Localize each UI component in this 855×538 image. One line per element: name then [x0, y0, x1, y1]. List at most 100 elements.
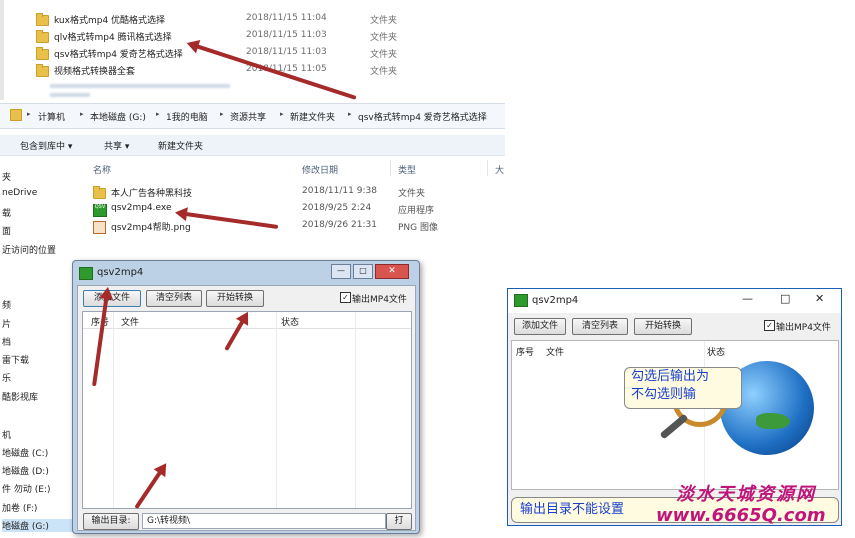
nav-item[interactable]: neDrive: [2, 188, 37, 198]
share-button[interactable]: 共享 ▾: [104, 139, 129, 152]
chevron-right-icon: ▸: [280, 110, 284, 118]
start-convert-button[interactable]: 开始转换: [634, 318, 692, 335]
nav-item[interactable]: 雷下载: [2, 353, 29, 366]
output-dir-button[interactable]: 输出目录:: [83, 513, 139, 530]
maximize-button[interactable]: □: [780, 292, 790, 305]
checkbox-label: 输出MP4文件: [776, 323, 831, 333]
chevron-right-icon: ▸: [80, 110, 84, 118]
item-name: 视频格式转换器全套: [54, 67, 136, 77]
column-header-file[interactable]: 文件: [121, 315, 139, 328]
breadcrumb-item[interactable]: 计算机: [38, 110, 65, 123]
minimize-button[interactable]: —: [331, 264, 351, 279]
file-date: 2018/11/11 9:38: [302, 186, 377, 196]
item-type: 文件夹: [370, 50, 398, 60]
item-name: kux格式mp4 优酷格式选择: [54, 16, 166, 26]
column-divider: [276, 312, 277, 508]
nav-item[interactable]: 近访问的位置: [2, 243, 56, 256]
item-type: 文件夹: [370, 67, 398, 77]
tooltip-line: 不勾选则输: [631, 387, 697, 402]
watermark-url: www.6665Q.com: [656, 505, 826, 526]
nav-item[interactable]: 地磁盘 (C:): [2, 446, 48, 459]
nav-item[interactable]: 件 勿动 (E:): [2, 482, 50, 495]
file-type: 应用程序: [398, 206, 435, 216]
list-item[interactable]: qsv格式转mp4 爱奇艺格式选择 2018/11/15 11:03 文件夹: [36, 47, 506, 63]
app-icon: [79, 267, 93, 280]
chevron-right-icon: ▸: [27, 110, 31, 118]
folder-icon: [93, 186, 106, 199]
explorer-toolbar: 包含到库中 ▾ 共享 ▾ 新建文件夹: [0, 135, 505, 156]
breadcrumb-item[interactable]: 1我的电脑: [166, 110, 208, 123]
list-item[interactable]: qlv格式转mp4 腾讯格式选择 2018/11/15 11:03 文件夹: [36, 30, 506, 46]
globe-land: [756, 413, 790, 429]
file-row[interactable]: QSV qsv2mp4.exe 2018/9/25 2:24 应用程序: [93, 203, 493, 219]
column-divider: [487, 160, 488, 176]
breadcrumb-item[interactable]: 新建文件夹: [290, 110, 335, 123]
file-date: 2018/9/25 2:24: [302, 203, 372, 213]
minimize-button[interactable]: —: [742, 292, 753, 305]
breadcrumb-item[interactable]: qsv格式转mp4 爱奇艺格式选择: [358, 110, 487, 123]
file-type: 文件夹: [398, 189, 426, 199]
output-mp4-checkbox[interactable]: ✓: [340, 292, 351, 303]
app-window-left: qsv2mp4 — □ ✕ 添加文件 清空列表 开始转换 ✓ 输出MP4文件 序…: [72, 260, 420, 534]
item-date: 2018/11/15 11:04: [246, 13, 327, 23]
item-date: 2018/11/15 11:03: [246, 47, 327, 57]
breadcrumb-item[interactable]: 本地磁盘 (G:): [90, 110, 146, 123]
add-file-button[interactable]: 添加文件: [514, 318, 566, 335]
top-folder-list: kux格式mp4 优酷格式选择 2018/11/15 11:04 文件夹 qlv…: [0, 0, 505, 100]
chevron-right-icon: ▸: [220, 110, 224, 118]
new-folder-button[interactable]: 新建文件夹: [158, 139, 203, 152]
column-header-status[interactable]: 状态: [707, 345, 725, 358]
column-header-status[interactable]: 状态: [281, 315, 299, 328]
window-title: qsv2mp4: [97, 267, 144, 278]
file-date: 2018/9/26 21:31: [302, 220, 377, 230]
nav-item[interactable]: 面: [2, 224, 11, 237]
chevron-right-icon: ▸: [348, 110, 352, 118]
list-item[interactable]: kux格式mp4 优酷格式选择 2018/11/15 11:04 文件夹: [36, 13, 506, 29]
nav-item[interactable]: 档: [2, 335, 11, 348]
open-folder-button[interactable]: 打: [386, 513, 412, 530]
file-name: qsv2mp4.exe: [111, 203, 172, 213]
file-row[interactable]: qsv2mp4帮助.png 2018/9/26 21:31 PNG 图像: [93, 220, 493, 236]
breadcrumb-item[interactable]: 资源共享: [230, 110, 266, 123]
nav-item[interactable]: 加卷 (F:): [2, 501, 37, 514]
nav-item-selected[interactable]: 地磁盘 (G:): [2, 519, 78, 532]
nav-item[interactable]: 乐: [2, 371, 11, 384]
file-row[interactable]: 本人广告各种黑科技 2018/11/11 9:38 文件夹: [93, 186, 493, 202]
output-dir-field[interactable]: G:\转视频\: [142, 513, 386, 529]
column-header-file[interactable]: 文件: [546, 345, 564, 358]
nav-item[interactable]: 载: [2, 206, 11, 219]
column-header-name[interactable]: 名称: [93, 163, 111, 176]
nav-item[interactable]: 夹: [2, 170, 11, 183]
maximize-button[interactable]: □: [353, 264, 373, 279]
nav-item[interactable]: 频: [2, 298, 11, 311]
item-type: 文件夹: [370, 33, 398, 43]
output-mp4-checkbox[interactable]: ✓: [764, 320, 775, 331]
column-header-index[interactable]: 序号: [516, 345, 534, 358]
clear-list-button[interactable]: 清空列表: [146, 290, 202, 307]
window-title: qsv2mp4: [532, 295, 579, 306]
file-name: 本人广告各种黑科技: [111, 189, 193, 199]
file-name: qsv2mp4帮助.png: [111, 223, 191, 233]
column-divider: [355, 312, 356, 508]
clear-list-button[interactable]: 清空列表: [572, 318, 628, 335]
column-divider: [390, 160, 391, 176]
column-header-type[interactable]: 类型: [398, 163, 416, 176]
file-list[interactable]: 序号 文件 状态: [82, 311, 412, 509]
column-header-size[interactable]: 大: [495, 163, 504, 176]
close-button[interactable]: ✕: [375, 264, 409, 279]
close-button[interactable]: ✕: [815, 292, 824, 305]
nav-item[interactable]: 机: [2, 428, 11, 441]
column-header-date[interactable]: 修改日期: [302, 163, 338, 176]
app-icon: [514, 294, 528, 307]
nav-item[interactable]: 地磁盘 (D:): [2, 464, 49, 477]
item-name: qlv格式转mp4 腾讯格式选择: [54, 33, 172, 43]
nav-item[interactable]: 酷影视库: [2, 390, 38, 403]
nav-item[interactable]: 片: [2, 317, 11, 330]
include-in-library-button[interactable]: 包含到库中 ▾: [20, 139, 72, 152]
tooltip-line: 勾选后输出为: [631, 369, 710, 384]
folder-icon: [36, 64, 49, 77]
file-type: PNG 图像: [398, 223, 438, 233]
address-bar[interactable]: ▸ 计算机 ▸ 本地磁盘 (G:) ▸ 1我的电脑 ▸ 资源共享 ▸ 新建文件夹…: [0, 103, 505, 129]
watermark-text: 淡水天城资源网: [676, 484, 816, 505]
start-convert-button[interactable]: 开始转换: [206, 290, 264, 307]
